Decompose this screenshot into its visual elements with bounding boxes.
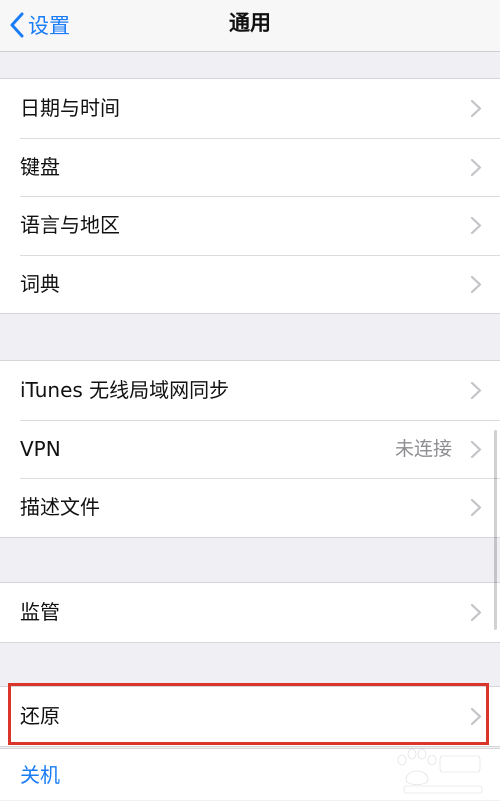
vpn-status-value: 未连接 <box>394 437 452 460</box>
settings-group-supervision: 监管 <box>0 582 500 643</box>
row-label: 监管 <box>20 600 60 624</box>
row-reset[interactable]: 还原 <box>0 687 500 746</box>
row-label: 词典 <box>20 271 60 296</box>
settings-group-general-1: 日期与时间 键盘 语言与地区 词典 <box>0 78 500 314</box>
chevron-right-icon <box>470 603 482 622</box>
navigation-bar: 设置 通用 <box>0 0 500 52</box>
row-label: 描述文件 <box>20 495 100 519</box>
shutdown-label: 关机 <box>20 763 60 787</box>
back-button[interactable]: 设置 <box>10 8 70 42</box>
chevron-right-icon <box>470 707 482 726</box>
row-label: VPN <box>20 436 61 461</box>
chevron-right-icon <box>470 381 482 400</box>
chevron-right-icon <box>470 498 482 517</box>
row-profiles[interactable]: 描述文件 <box>0 478 500 537</box>
chevron-right-icon <box>470 440 482 459</box>
shutdown-button[interactable]: 关机 <box>0 748 500 800</box>
chevron-right-icon <box>470 216 482 235</box>
row-language-region[interactable]: 语言与地区 <box>0 196 500 255</box>
row-dictionary[interactable]: 词典 <box>0 254 500 314</box>
row-date-time[interactable]: 日期与时间 <box>0 79 500 138</box>
row-itunes-wifi-sync[interactable]: iTunes 无线局域网同步 <box>0 361 500 420</box>
row-keyboard[interactable]: 键盘 <box>0 137 500 197</box>
settings-group-general-2: iTunes 无线局域网同步 VPN 未连接 描述文件 <box>0 360 500 538</box>
row-supervision[interactable]: 监管 <box>0 583 500 642</box>
chevron-right-icon <box>470 99 482 118</box>
chevron-left-icon <box>10 12 24 38</box>
settings-group-reset: 还原 <box>0 686 500 747</box>
scroll-indicator[interactable] <box>494 430 497 630</box>
row-label: 语言与地区 <box>20 213 120 237</box>
row-vpn[interactable]: VPN 未连接 <box>0 419 500 479</box>
row-label: 键盘 <box>20 154 60 179</box>
page-title: 通用 <box>229 11 271 35</box>
chevron-right-icon <box>470 275 482 294</box>
chevron-right-icon <box>470 158 482 177</box>
back-label: 设置 <box>28 14 70 38</box>
row-label: 日期与时间 <box>20 96 120 120</box>
row-label: iTunes 无线局域网同步 <box>20 378 230 402</box>
row-label: 还原 <box>20 704 60 728</box>
